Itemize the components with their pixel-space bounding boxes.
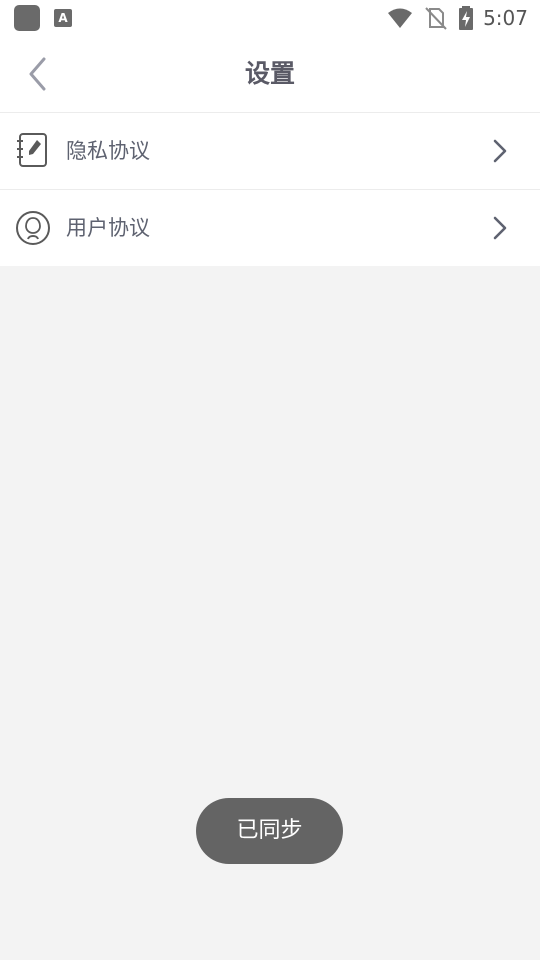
settings-item-privacy-policy[interactable]: 隐私协议 <box>0 112 540 189</box>
chevron-right-icon <box>493 216 507 240</box>
app-square-icon <box>14 5 40 31</box>
status-bar: A 5:07 <box>0 0 540 36</box>
user-badge-icon <box>16 211 50 245</box>
system-tray: 5:07 <box>387 0 528 36</box>
no-sim-icon <box>425 7 447 30</box>
app-bar: 设置 <box>0 36 540 112</box>
back-button[interactable] <box>18 54 58 94</box>
page-title: 设置 <box>244 59 295 88</box>
settings-item-label: 隐私协议 <box>66 139 150 163</box>
settings-item-label: 用户协议 <box>66 216 150 240</box>
settings-item-user-agreement[interactable]: 用户协议 <box>0 189 540 266</box>
clock-time: 5:07 <box>483 6 528 30</box>
a-box-icon: A <box>54 9 72 27</box>
wifi-icon <box>388 8 413 28</box>
toast-message: 已同步 <box>196 798 343 864</box>
settings-list: 隐私协议 用户协议 <box>0 112 540 266</box>
notebook-pen-icon <box>17 133 47 167</box>
battery-charging-icon <box>459 6 474 30</box>
chevron-left-icon <box>29 57 46 91</box>
chevron-right-icon <box>493 139 507 163</box>
